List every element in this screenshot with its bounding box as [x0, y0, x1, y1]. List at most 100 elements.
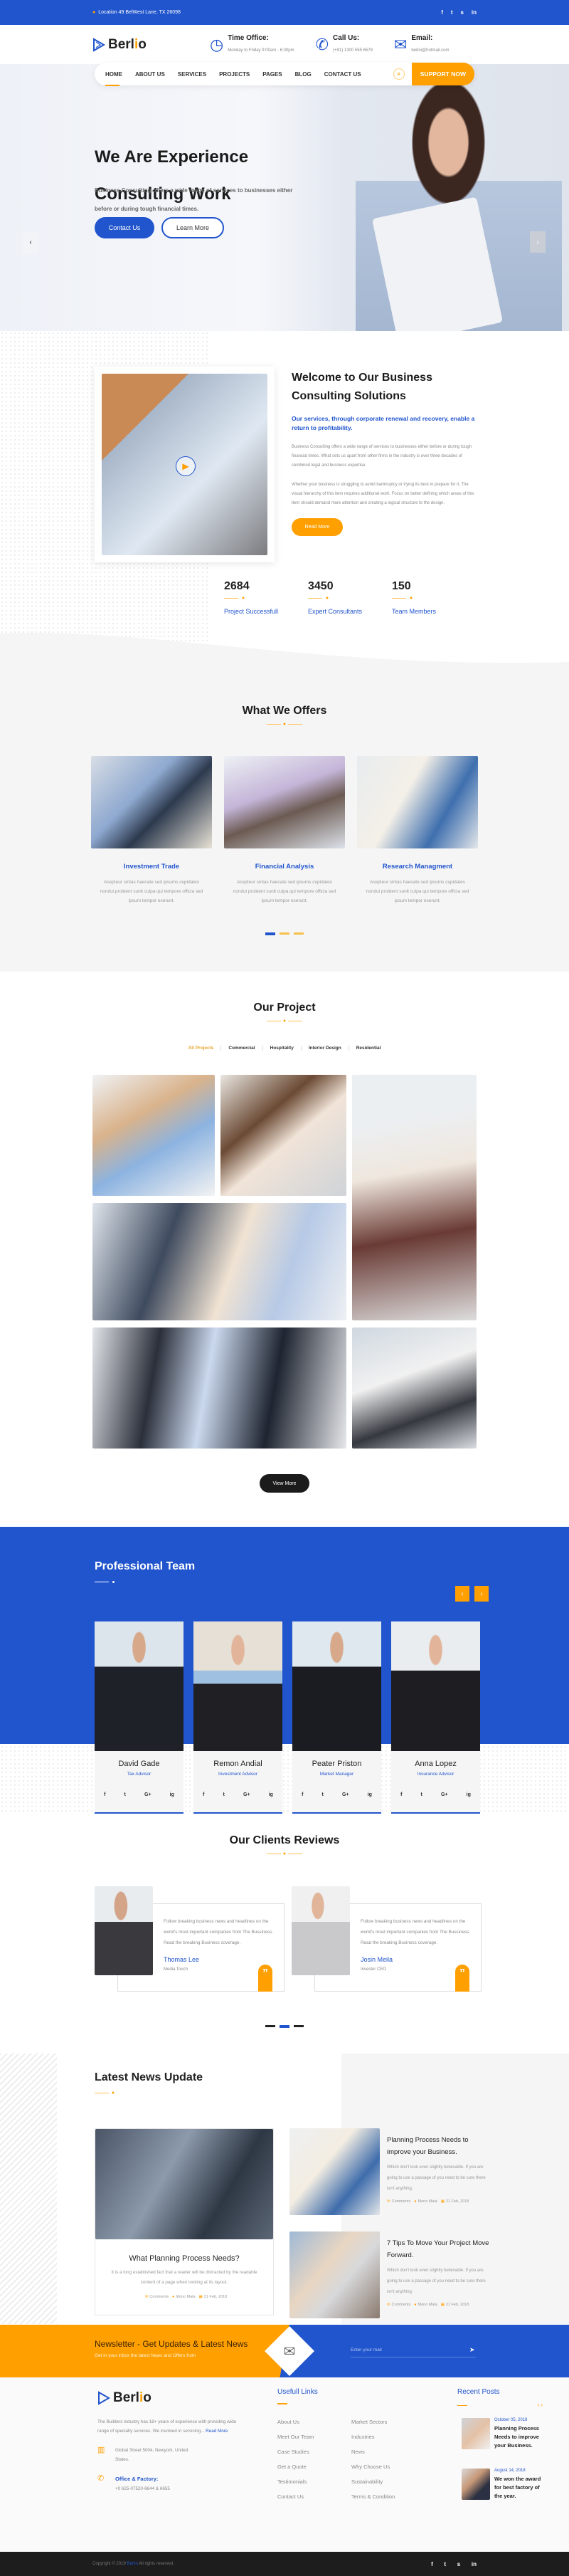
facebook-icon[interactable]: f: [104, 1792, 105, 1797]
instagram-icon[interactable]: ig: [368, 1792, 372, 1797]
google-plus-icon[interactable]: G+: [441, 1792, 448, 1797]
project-item[interactable]: [92, 1203, 346, 1320]
offer-card[interactable]: Investment Trade Acepteur sintas haecate …: [91, 756, 212, 905]
reviewer-photo: [95, 1886, 153, 1975]
skype-icon[interactable]: s: [460, 9, 463, 16]
project-item[interactable]: [352, 1075, 477, 1320]
instagram-icon[interactable]: ig: [170, 1792, 174, 1797]
tab-commercial[interactable]: Commercial: [220, 1046, 262, 1051]
tab-residential[interactable]: Residential: [348, 1046, 388, 1051]
twitter-icon[interactable]: t: [124, 1792, 126, 1797]
instagram-icon[interactable]: ig: [467, 1792, 471, 1797]
send-icon[interactable]: ➤: [469, 2346, 475, 2354]
news-post[interactable]: Planning Process Needs to improve your B…: [289, 2128, 496, 2215]
nav-blog[interactable]: BLOG: [289, 71, 318, 78]
project-item[interactable]: [92, 1075, 215, 1196]
footer-logo[interactable]: Berl i o: [97, 2390, 215, 2406]
footer-link[interactable]: Terms & Condition: [351, 2489, 420, 2504]
tab-all-projects[interactable]: All Projects: [181, 1046, 221, 1051]
footer-link[interactable]: Market Sectors: [351, 2414, 420, 2429]
offer-card[interactable]: Research Managment Acepteur sintas haecat…: [357, 756, 478, 905]
email-text[interactable]: berlio@hotmail.com: [411, 48, 449, 53]
featured-post[interactable]: What Planning Process Needs? It is a lon…: [95, 2128, 274, 2315]
facebook-icon[interactable]: f: [203, 1792, 204, 1797]
post-image: [289, 2128, 380, 2215]
tab-hospitality[interactable]: Hospitality: [262, 1046, 301, 1051]
skype-icon[interactable]: s: [457, 2561, 460, 2567]
nav-projects[interactable]: PROJECTS: [213, 71, 256, 78]
call-text[interactable]: (+91) 1300 555 6578: [333, 48, 373, 53]
nav-pages[interactable]: PAGES: [256, 71, 288, 78]
footer-link[interactable]: Contact Us: [277, 2489, 346, 2504]
recent-title-text[interactable]: We won the award for best factory of the…: [494, 2475, 543, 2501]
facebook-icon[interactable]: f: [400, 1792, 402, 1797]
facebook-icon[interactable]: f: [441, 9, 443, 16]
support-now-button[interactable]: SUPPORT NOW: [411, 63, 474, 85]
post-title[interactable]: Planning Process Needs to improve your B…: [387, 2134, 490, 2158]
instagram-icon[interactable]: ig: [269, 1792, 273, 1797]
footer-link[interactable]: Meet Our Team: [277, 2429, 346, 2444]
project-item[interactable]: [220, 1075, 346, 1196]
footer-link[interactable]: Get a Quote: [277, 2459, 346, 2474]
contact-us-button[interactable]: Contact Us: [95, 217, 154, 238]
footer-link[interactable]: Case Studies: [277, 2444, 346, 2459]
slider-next-icon[interactable]: ›: [530, 231, 546, 253]
offer-title[interactable]: Financial Analysis: [224, 863, 345, 871]
twitter-icon[interactable]: t: [223, 1792, 225, 1797]
google-plus-icon[interactable]: G+: [243, 1792, 250, 1797]
linkedin-icon[interactable]: in: [472, 2561, 477, 2567]
team-prev-icon[interactable]: ‹: [455, 1586, 469, 1602]
twitter-icon[interactable]: t: [451, 9, 453, 16]
twitter-icon[interactable]: t: [322, 1792, 324, 1797]
footer-link[interactable]: News: [351, 2444, 420, 2459]
footer-link[interactable]: Industries: [351, 2429, 420, 2444]
footer-link[interactable]: Why Choose Us: [351, 2459, 420, 2474]
google-plus-icon[interactable]: G+: [144, 1792, 151, 1797]
footer-link[interactable]: About Us: [277, 2414, 346, 2429]
offers-pagination[interactable]: [265, 932, 304, 935]
view-more-button[interactable]: View More: [260, 1474, 309, 1493]
post-title[interactable]: What Planning Process Needs?: [95, 2254, 273, 2263]
footer-link[interactable]: Testimonials: [277, 2474, 346, 2489]
nav-services[interactable]: SERVICES: [171, 71, 213, 78]
logo[interactable]: Berl i o: [92, 37, 210, 53]
facebook-icon[interactable]: f: [302, 1792, 303, 1797]
offer-card[interactable]: Financial Analysis Acepteur sintas haecat…: [224, 756, 345, 905]
team-section: Professional Team ‹ › David Gade Tax Advis…: [0, 1527, 569, 1814]
team-next-icon[interactable]: ›: [474, 1586, 489, 1602]
nav-home[interactable]: HOME: [99, 71, 129, 86]
google-plus-icon[interactable]: G+: [342, 1792, 349, 1797]
post-title[interactable]: 7 Tips To Move Your Project Move Forward…: [387, 2237, 490, 2261]
offers-section: What We Offers Investment Trade Acepteur …: [0, 632, 569, 972]
play-video-icon[interactable]: ▶: [176, 456, 196, 476]
recent-title-text[interactable]: Planning Process Needs to improve your B…: [494, 2424, 543, 2450]
recent-post[interactable]: August 14, 2018 We won the award for best…: [457, 2469, 543, 2501]
footer-link[interactable]: Sustainability: [351, 2474, 420, 2489]
review-card: Follow breaking business news and headli…: [292, 1886, 498, 1993]
tab-interior-design[interactable]: Interior Design: [300, 1046, 349, 1051]
offer-title[interactable]: Investment Trade: [91, 863, 212, 871]
footer-read-more-link[interactable]: Read More: [206, 2429, 228, 2434]
offer-title[interactable]: Research Managment: [357, 863, 478, 871]
news-title: Latest News Update: [95, 2071, 203, 2083]
news-post[interactable]: 7 Tips To Move Your Project Move Forward…: [289, 2231, 496, 2318]
slider-prev-icon[interactable]: ‹: [23, 231, 38, 253]
recent-post[interactable]: October 05, 2018 Planning Process Needs t…: [457, 2418, 543, 2450]
reviews-pagination[interactable]: [265, 2025, 304, 2028]
nav-contact-us[interactable]: CONTACT US: [318, 71, 368, 78]
review-text: Follow breaking business news and headli…: [361, 1919, 471, 1945]
linkedin-icon[interactable]: in: [472, 9, 477, 16]
twitter-icon[interactable]: t: [444, 2561, 446, 2567]
twitter-icon[interactable]: t: [421, 1792, 422, 1797]
envelope-icon: ✉: [265, 2326, 314, 2376]
project-item[interactable]: [352, 1328, 477, 1449]
recent-nav-arrows-icon[interactable]: ‹ ›: [537, 2402, 543, 2408]
copyright-brand-link[interactable]: Berlio: [127, 2562, 137, 2566]
project-item[interactable]: [92, 1328, 346, 1449]
newsletter-email-input[interactable]: [351, 2343, 476, 2357]
read-more-button[interactable]: Read More: [292, 518, 343, 536]
facebook-icon[interactable]: f: [431, 2561, 433, 2567]
nav-about-us[interactable]: ABOUT US: [129, 71, 171, 78]
learn-more-button[interactable]: Learn More: [161, 217, 224, 238]
search-icon[interactable]: ⌕: [393, 68, 405, 80]
